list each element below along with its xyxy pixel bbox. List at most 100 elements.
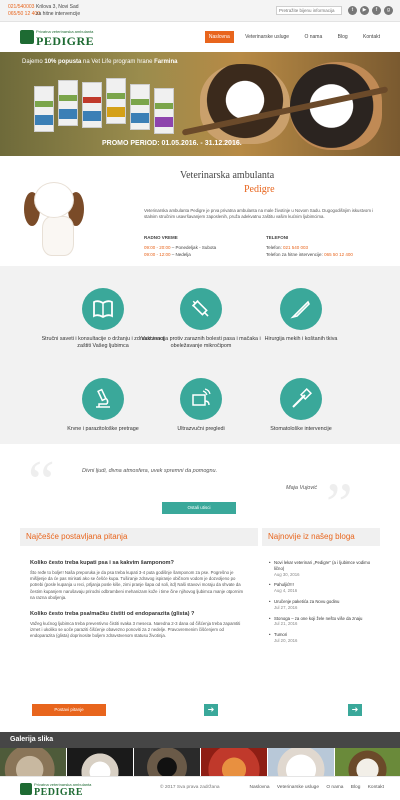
footer: Privatna veterinarska ambulanta PEDIGRE … <box>0 776 400 800</box>
hero-banner[interactable]: Dajemo 10% popusta na Vet Life program h… <box>0 52 400 156</box>
logo[interactable]: Privatna veterinarska ambulanta PEDIGRE <box>20 28 100 48</box>
food-bag-image <box>82 82 102 128</box>
footer-nav-blog[interactable]: Blog <box>351 785 361 790</box>
about-subtitle: Pedigre <box>244 184 275 195</box>
blog-item[interactable]: Stonoga – za one koji žele nešto više da… <box>269 615 380 628</box>
faq-answer: Važeg kućnog ljubimca treba preventivno … <box>30 621 241 639</box>
blog-item-date: Jul 21, 2016 <box>274 621 298 627</box>
blog-item-title: Tumori <box>274 632 288 638</box>
blog-item-date: Aug 30, 2016 <box>274 571 300 577</box>
footer-nav-usluge[interactable]: Veterinarske usluge <box>277 785 319 790</box>
header: Privatna veterinarska ambulanta PEDIGRE … <box>0 22 400 52</box>
syringe-icon <box>180 288 222 330</box>
working-hours: RADNO VREME 09:00 - 20:00 – Ponedeljak -… <box>144 235 217 257</box>
service-dental[interactable]: Stomatološke intervencije <box>236 378 366 433</box>
promo-prefix: Dajemo <box>22 59 43 65</box>
footer-nav-kontakt[interactable]: Kontakt <box>368 785 384 790</box>
search-input[interactable] <box>276 6 342 15</box>
blog-item-date: Jul 20, 2016 <box>274 637 298 643</box>
nav-item-o-nama[interactable]: O nama <box>300 31 326 43</box>
dog-image <box>200 64 290 144</box>
services-section: Stručni saveti i konsultacije o držanju … <box>0 266 400 444</box>
blog-item-title: Novi lekar veterinari „Pedigre" (a i lju… <box>274 560 371 571</box>
twitter-icon[interactable]: t <box>348 6 357 15</box>
hours-label: RADNO VREME <box>144 235 178 240</box>
microscope-icon <box>82 378 124 420</box>
hours-days: Nedelja <box>175 252 191 257</box>
google-plus-icon[interactable]: g <box>384 6 393 15</box>
youtube-icon[interactable]: ▶ <box>360 6 369 15</box>
blog-item[interactable]: Novi lekar veterinari „Pedigre" (a i lju… <box>269 560 380 577</box>
nav-item-blog[interactable]: Blog <box>334 31 352 43</box>
hours-time: 09:00 - 20:00 <box>144 245 171 250</box>
about-title: Veterinarska ambulanta <box>180 170 275 181</box>
toothbrush-icon <box>280 378 322 420</box>
blog-item-date: Aug 4, 2016 <box>274 588 298 594</box>
footer-nav-o-nama[interactable]: O nama <box>326 785 343 790</box>
food-bag-image <box>154 88 174 134</box>
ultrasound-icon <box>180 378 222 420</box>
promo-period: PROMO PERIOD: 01.05.2016. - 31.12.2016. <box>102 140 242 147</box>
phones-label: TELEFONI <box>266 235 289 240</box>
logo-mark-icon <box>20 783 32 795</box>
logo-text: PEDIGRE <box>34 787 84 798</box>
service-surgery[interactable]: Hirurgija mekih i koštanih tkiva <box>236 288 366 343</box>
emergency-text: za hitne intervencije <box>36 11 81 17</box>
hours-time: 09:00 - 12:00 <box>144 252 171 257</box>
page: 021/540003 065/50 12 400 Krilova 3, Novi… <box>0 0 400 800</box>
footer-nav-naslovna[interactable]: Naslovna <box>250 785 270 790</box>
gallery-title: Galerija slika <box>0 732 400 748</box>
blog-item-date: Jul 27, 2016 <box>274 604 298 610</box>
scalpel-icon <box>280 288 322 330</box>
facebook-icon[interactable]: f <box>372 6 381 15</box>
testimonial-author: Maja Vujović <box>286 485 318 491</box>
main-nav: Naslovna Veterinarske usluge O nama Blog… <box>199 31 384 43</box>
blog-list: Novi lekar veterinari „Pedigre" (a i lju… <box>269 560 380 644</box>
blog-title: Najnovije iz našeg bloga <box>262 528 380 546</box>
nav-item-kontakt[interactable]: Kontakt <box>359 31 384 43</box>
open-quote-icon: “ <box>28 449 55 515</box>
logo-mark-icon <box>20 30 34 44</box>
footer-logo[interactable]: Privatna veterinarska ambulanta PEDIGRE <box>20 781 100 799</box>
faq-title: Najčešće postavljana pitanja <box>20 528 258 546</box>
blog-item[interactable]: TumoriJul 20, 2016 <box>269 632 380 644</box>
food-bag-image <box>34 86 54 132</box>
faq-question[interactable]: Koliko često treba psa/mačku čistiti od … <box>30 611 258 617</box>
faq-question[interactable]: Koliko često treba kupati psa i sa kakvi… <box>30 560 258 566</box>
testimonial-quote: Divni ljudi, divna atmosfera, uvek sprem… <box>82 468 218 474</box>
address-text: Krilova 3, Novi Sad <box>36 4 79 10</box>
ask-question-button[interactable]: Postavi pitanje <box>32 704 106 716</box>
blog-item-title: Stonoga – za one koji žele nešto više da… <box>274 615 363 621</box>
phone-main-value[interactable]: 021 540 003 <box>283 245 308 250</box>
blog-item[interactable]: Uručenje paketića za Novu godinuJul 27, … <box>269 598 380 611</box>
close-quote-icon: ” <box>326 471 353 537</box>
top-bar: 021/540003 065/50 12 400 Krilova 3, Novi… <box>0 0 400 22</box>
faq-answer: Što ređe to bolje!! Naša preporuka je da… <box>30 570 244 600</box>
nav-item-naslovna[interactable]: Naslovna <box>204 31 234 43</box>
food-bag-image <box>58 80 78 126</box>
nav-item-usluge[interactable]: Veterinarske usluge <box>241 31 293 43</box>
hero-promo: Dajemo 10% popusta na Vet Life program h… <box>22 59 177 65</box>
promo-mid: na Vet Life program hrane <box>83 59 153 65</box>
faq-next-arrow-icon[interactable]: ➜ <box>204 704 218 716</box>
phones-block: TELEFONI Telefon: 021 540 003 Telefon za… <box>266 234 353 258</box>
book-icon <box>82 288 124 330</box>
food-bag-image <box>130 84 150 130</box>
about-description: Veterinarska ambulanta Pedigre je prva p… <box>144 208 374 219</box>
food-bag-image <box>106 78 126 124</box>
blog-next-arrow-icon[interactable]: ➜ <box>348 704 362 716</box>
basset-puppy-image <box>20 178 90 258</box>
about-section: Veterinarska ambulanta Pedigre Veterinar… <box>0 156 400 266</box>
phone-emerg-label: Telefon za hitne intervencije: <box>266 252 323 257</box>
faq-section: Najčešće postavljana pitanja Koliko čest… <box>20 528 258 724</box>
phone-main-label: Telefon: <box>266 245 282 250</box>
more-testimonials-button[interactable]: Ostali utisci <box>162 502 236 514</box>
blog-section: Najnovije iz našeg bloga Novi lekar vete… <box>262 528 380 724</box>
blog-item-title: Uručenje paketića za Novu godinu <box>274 598 340 604</box>
promo-discount: 10% popusta <box>44 59 82 65</box>
footer-nav: Naslovna Veterinarske usluge O nama Blog… <box>244 785 384 790</box>
blog-item[interactable]: Pahuljić!!!!Aug 4, 2016 <box>269 582 380 594</box>
blog-item-title: Pahuljić!!!! <box>274 582 294 588</box>
phone-emerg-value[interactable]: 065 50 12 400 <box>324 252 353 257</box>
testimonial-section: “ ” Divni ljudi, divna atmosfera, uvek s… <box>0 444 400 534</box>
